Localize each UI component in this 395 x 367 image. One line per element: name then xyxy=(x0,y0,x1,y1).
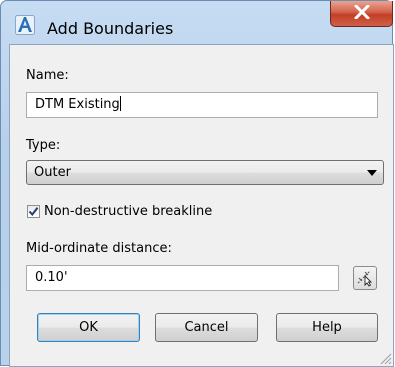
mid-ordinate-value: 0.10' xyxy=(35,270,68,285)
help-button[interactable]: Help xyxy=(276,313,378,342)
pick-distance-icon xyxy=(357,270,373,287)
dialog-title: Add Boundaries xyxy=(47,19,174,38)
pick-distance-button[interactable] xyxy=(353,266,377,290)
close-button[interactable] xyxy=(330,1,393,27)
breakline-checkbox[interactable] xyxy=(27,205,40,218)
resize-grip-icon[interactable] xyxy=(378,351,392,365)
type-label: Type: xyxy=(26,138,61,153)
mid-ordinate-label: Mid-ordinate distance: xyxy=(26,241,172,256)
name-label: Name: xyxy=(26,68,69,83)
close-icon xyxy=(354,4,370,23)
name-input[interactable]: DTM Existing xyxy=(26,92,378,118)
cancel-button[interactable]: Cancel xyxy=(155,313,258,342)
dialog-body: Name: DTM Existing Type: Outer Non-destr… xyxy=(9,44,394,367)
ok-button[interactable]: OK xyxy=(37,313,140,342)
mid-ordinate-input[interactable]: 0.10' xyxy=(26,265,339,291)
autocad-app-icon xyxy=(15,15,35,35)
title-bar[interactable]: Add Boundaries xyxy=(1,1,393,43)
type-dropdown-value: Outer xyxy=(34,165,71,180)
type-dropdown[interactable]: Outer xyxy=(26,160,384,185)
text-caret xyxy=(119,96,121,111)
chevron-down-icon xyxy=(367,170,377,176)
checkmark-icon xyxy=(28,207,39,217)
add-boundaries-dialog: Add Boundaries Name: DTM Existing Type: … xyxy=(0,0,394,367)
breakline-label: Non-destructive breakline xyxy=(44,204,213,219)
name-input-value: DTM Existing xyxy=(35,97,120,112)
